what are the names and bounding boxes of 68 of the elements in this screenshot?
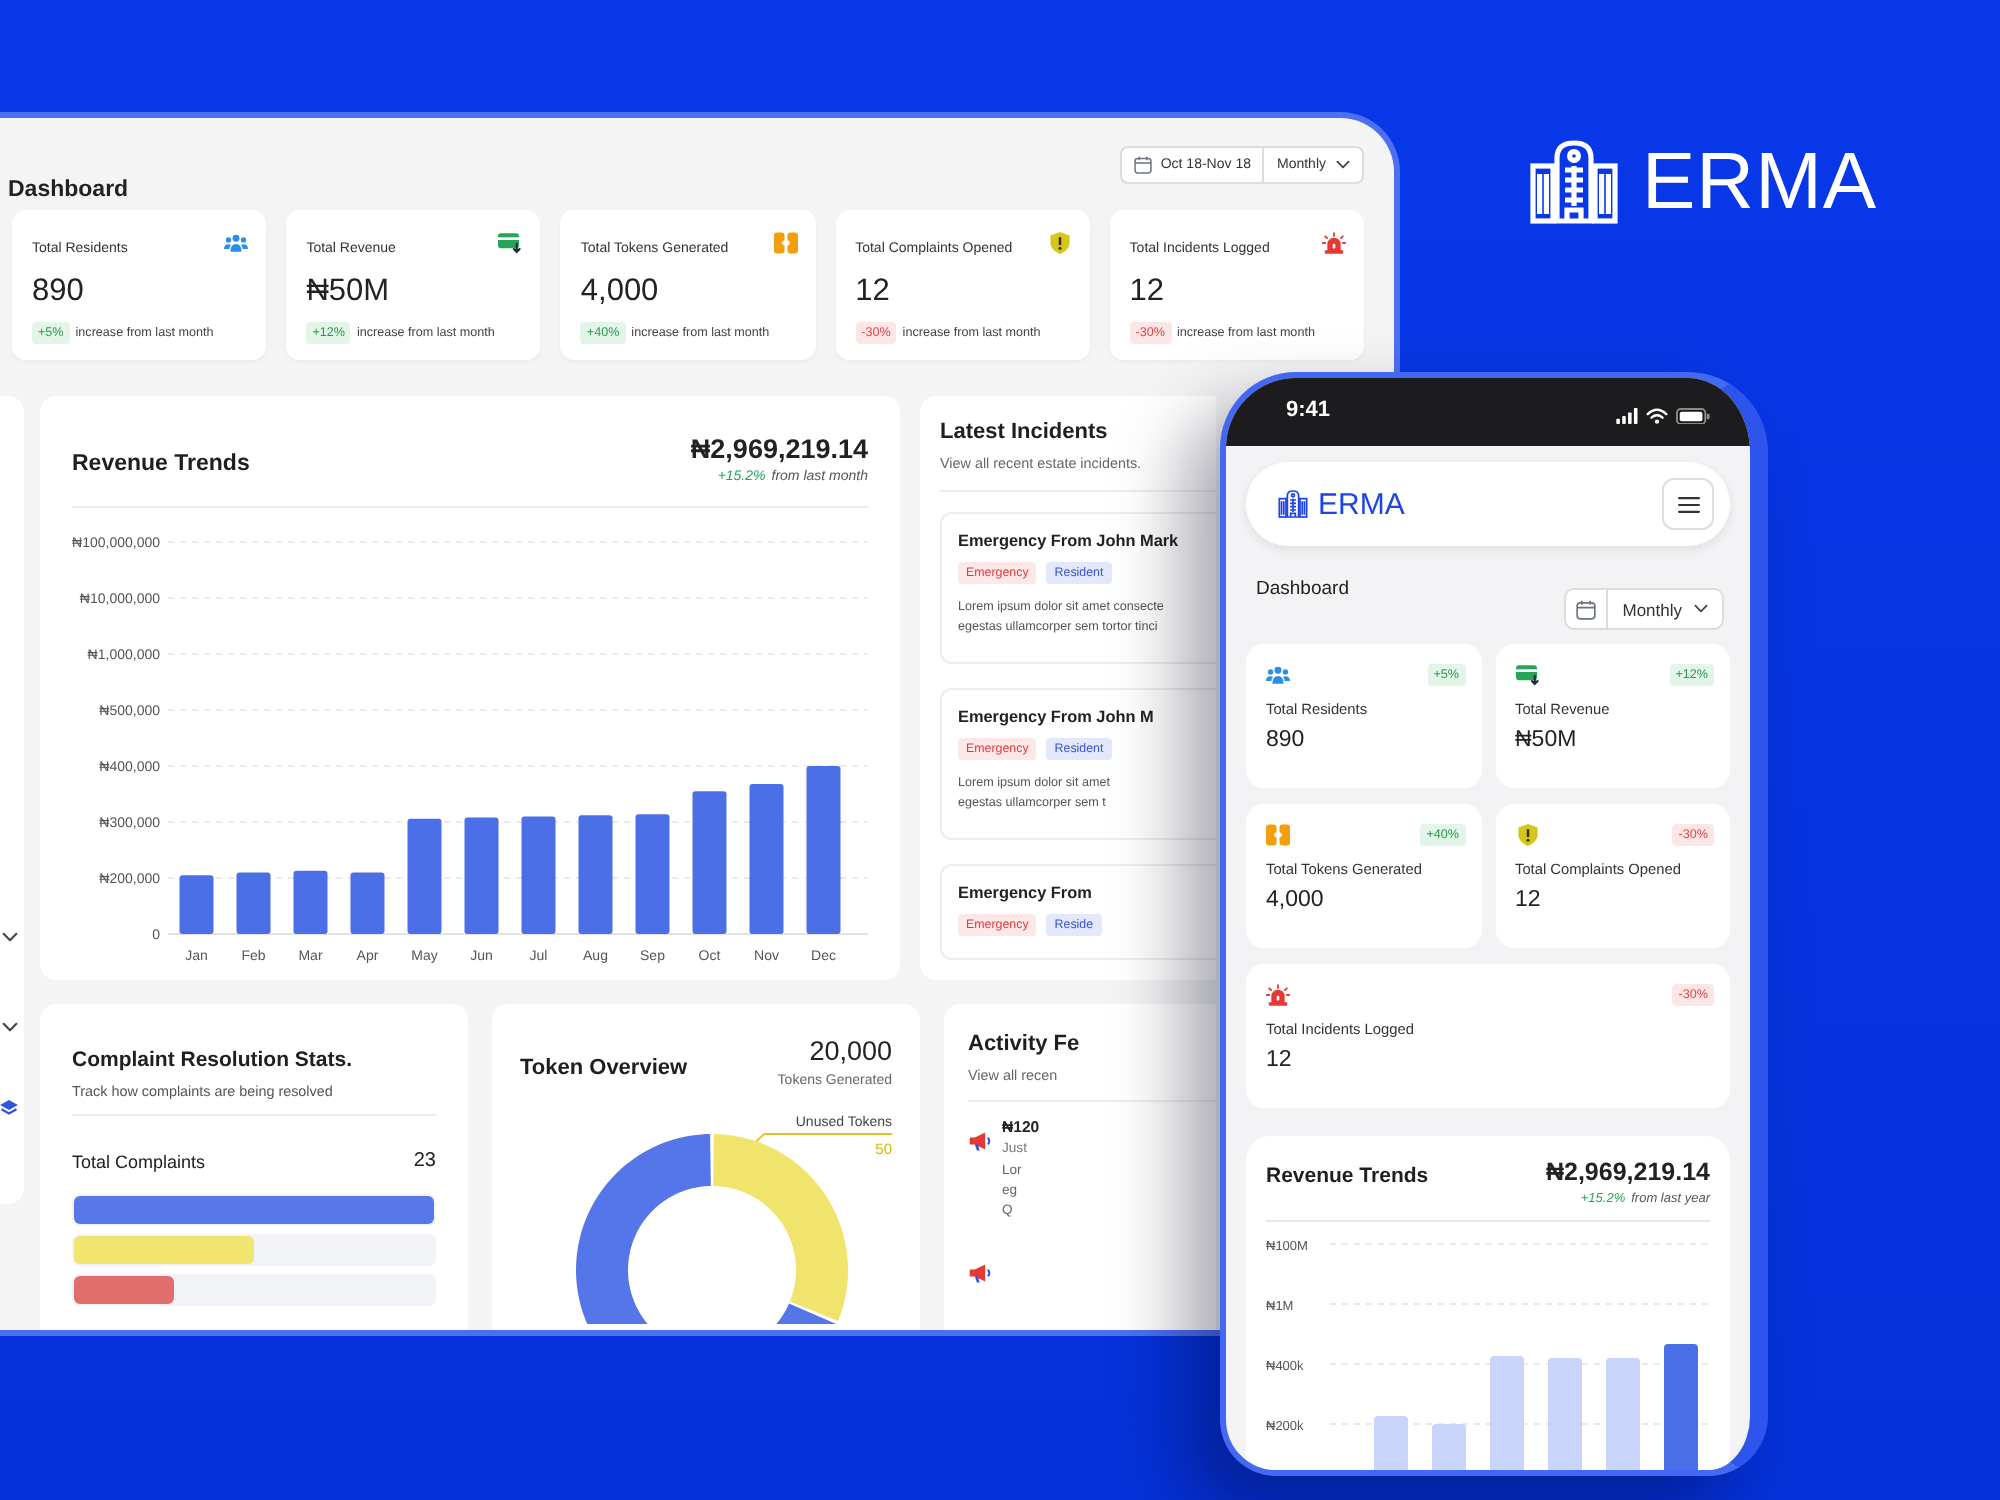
revenue-amount: ₦2,969,219.14 <box>690 433 868 463</box>
revenue-amount: ₦2,969,219.14 <box>1545 1158 1710 1186</box>
megaphone-icon <box>968 1130 992 1152</box>
calendar-icon <box>1134 156 1153 174</box>
menu-icon <box>1677 495 1699 513</box>
chart-bar <box>464 817 499 934</box>
brand-name: ERMA <box>1642 140 1878 224</box>
stat-value: 12 <box>1266 1048 1294 1072</box>
chart-bar <box>293 870 328 934</box>
stat-value: 4,000 <box>580 274 661 310</box>
page-title: Dashboard <box>1256 578 1349 600</box>
stat-value: 12 <box>855 274 892 310</box>
chevron-down-icon <box>2 1022 18 1032</box>
chart-bar <box>692 791 727 934</box>
total-label: Total Complaints <box>72 1152 206 1172</box>
chart-bar <box>179 875 214 934</box>
signal-icon <box>1616 408 1638 424</box>
wifi-icon <box>1646 408 1668 424</box>
incident-title: Emergency From John M <box>958 708 1156 726</box>
megaphone-icon <box>968 1262 992 1284</box>
incident-title: Emergency From John Mark <box>958 532 1181 550</box>
chart-bar <box>236 872 271 934</box>
period-dropdown[interactable]: Monthly <box>1608 588 1724 630</box>
leader-line <box>755 1133 892 1143</box>
chart-bar <box>350 872 385 934</box>
calendar-button[interactable] <box>1564 588 1609 630</box>
stat-value: ₦50M <box>306 274 392 310</box>
card-title: Latest Incidents <box>940 420 1110 444</box>
card-title: Complaint Resolution Stats. <box>72 1048 355 1072</box>
payment-card-icon <box>1515 664 1539 686</box>
battery-icon <box>1676 407 1710 425</box>
card-title: Revenue Trends <box>1266 1164 1429 1188</box>
chevron-down-icon <box>1694 604 1708 614</box>
card-title: Activity Fe <box>968 1032 1082 1056</box>
stat-value: 890 <box>32 274 86 310</box>
siren-icon <box>1321 232 1346 254</box>
page-title: Dashboard <box>8 178 129 204</box>
chart-bar <box>407 818 442 934</box>
stat-value: 12 <box>1129 274 1167 310</box>
chart-bar <box>635 814 670 934</box>
chart-bar <box>521 816 556 934</box>
building-icon <box>1278 490 1308 518</box>
payment-card-icon <box>498 232 523 254</box>
chevron-down-icon <box>2 932 18 942</box>
layers-icon[interactable] <box>0 1100 18 1116</box>
brand-name: ERMA <box>1318 487 1405 521</box>
incident-title: Emergency From <box>958 884 1094 902</box>
people-icon <box>1266 664 1290 686</box>
chart-bar <box>578 815 613 934</box>
stat-value: ₦50M <box>1515 728 1579 752</box>
total-value: 23 <box>413 1150 436 1172</box>
shield-icon <box>1047 232 1072 254</box>
stat-value: 890 <box>1266 728 1307 752</box>
stat-value: 12 <box>1515 888 1543 912</box>
building-icon <box>1530 140 1618 224</box>
tickets-icon <box>1266 824 1290 846</box>
calendar-icon <box>1576 599 1597 619</box>
card-title: Token Overview <box>520 1056 688 1080</box>
tickets-icon <box>773 232 798 254</box>
total-value: 20,000 <box>809 1036 892 1066</box>
status-time: 9:41 <box>1286 398 1331 422</box>
stat-value: 4,000 <box>1266 888 1326 912</box>
people-icon <box>224 232 249 254</box>
menu-button[interactable] <box>1662 478 1714 530</box>
card-title: Revenue Trends <box>72 452 250 476</box>
shield-icon <box>1515 824 1539 846</box>
siren-icon <box>1266 984 1290 1006</box>
chevron-down-icon <box>1336 160 1350 170</box>
